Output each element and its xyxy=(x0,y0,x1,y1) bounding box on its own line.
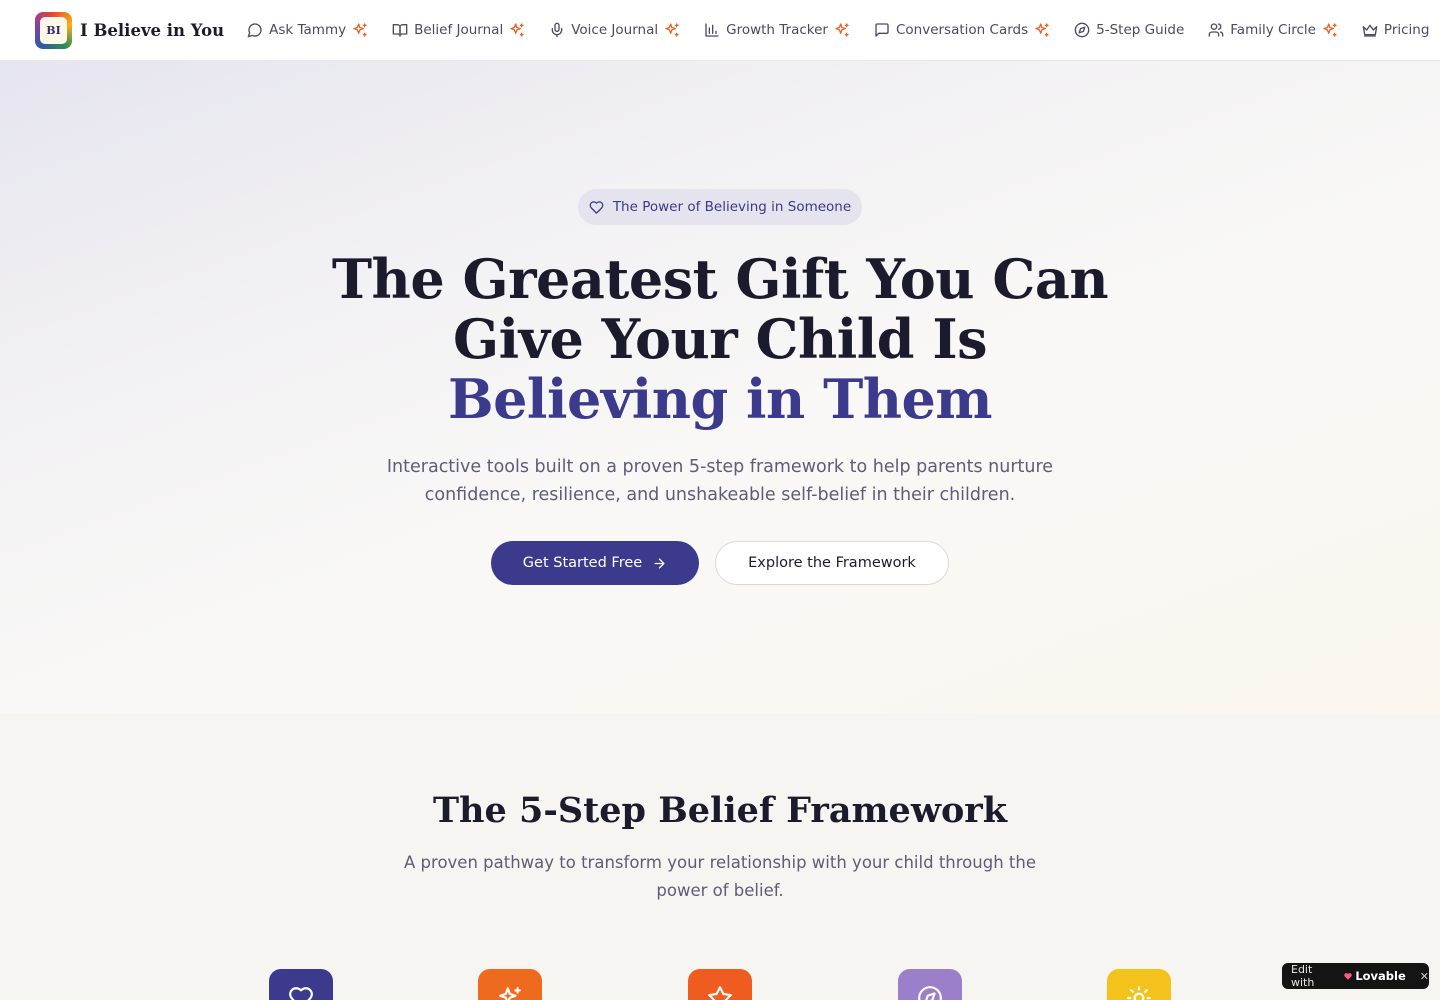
nav-item-label: Conversation Cards xyxy=(895,22,1029,38)
badge-brand: Lovable xyxy=(1355,969,1406,983)
step-2-icon-tile xyxy=(478,969,542,1000)
framework-title: The 5-Step Belief Framework xyxy=(433,790,1007,831)
compass-icon xyxy=(1074,22,1090,38)
crown-icon xyxy=(1362,22,1378,38)
get-started-button[interactable]: Get Started Free xyxy=(491,541,699,585)
explore-framework-button[interactable]: Explore the Framework xyxy=(715,541,949,585)
mic-icon xyxy=(549,22,565,38)
lovable-badge[interactable]: Edit with Lovable ✕ xyxy=(1282,963,1429,989)
sparkles-icon xyxy=(1034,22,1050,38)
sparkles-icon xyxy=(509,22,525,38)
hero-section: The Power of Believing in Someone The Gr… xyxy=(0,61,1440,713)
brand-logo: BI xyxy=(35,11,72,49)
sparkles-icon xyxy=(499,987,521,1000)
bar-chart-icon xyxy=(704,22,720,38)
hero-title-line1: The Greatest Gift You Can xyxy=(331,247,1109,311)
hero-title-accent: Believing in Them xyxy=(447,367,993,431)
nav-item-ask-tammy[interactable]: Ask Tammy xyxy=(247,22,368,38)
explore-framework-label: Explore the Framework xyxy=(748,555,916,571)
brand-logo-text: BI xyxy=(40,16,67,44)
sparkles-icon xyxy=(834,22,850,38)
hero-pill-text: The Power of Believing in Someone xyxy=(612,199,852,215)
badge-close-button[interactable]: ✕ xyxy=(1420,970,1429,983)
nav-item-label: Pricing xyxy=(1383,22,1430,38)
brand-name: I Believe in You xyxy=(80,20,225,40)
badge-prefix: Edit with xyxy=(1291,963,1315,989)
message-circle-icon xyxy=(247,22,263,38)
step-4-icon-tile xyxy=(898,969,962,1000)
nav-item-label: Growth Tracker xyxy=(726,22,828,38)
step-3-icon-tile xyxy=(688,969,752,1000)
step-1-icon-tile xyxy=(269,969,333,1000)
sun-icon xyxy=(1127,986,1151,1000)
nav-item-label: Voice Journal xyxy=(571,22,659,38)
star-icon xyxy=(708,986,732,1000)
compass-icon xyxy=(918,986,942,1000)
book-open-icon xyxy=(392,22,408,38)
nav-item-growth-tracker[interactable]: Growth Tracker xyxy=(704,22,850,38)
users-icon xyxy=(1208,22,1224,38)
get-started-label: Get Started Free xyxy=(522,555,643,571)
nav-item-conversation-cards[interactable]: Conversation Cards xyxy=(874,22,1050,38)
hero-title-line2: Give Your Child Is xyxy=(452,307,988,371)
brand[interactable]: BI I Believe in You xyxy=(35,11,225,49)
message-square-icon xyxy=(874,22,890,38)
top-nav: BI I Believe in You Ask Tammy Belief Jou… xyxy=(0,0,1440,61)
heart-icon xyxy=(589,200,604,214)
nav-item-label: Ask Tammy xyxy=(269,22,347,38)
sparkles-icon xyxy=(664,22,680,38)
arrow-right-icon xyxy=(654,558,665,568)
nav-item-label: Family Circle xyxy=(1230,22,1316,38)
step-5-icon-tile xyxy=(1107,969,1171,1000)
hero-title: The Greatest Gift You Can Give Your Chil… xyxy=(0,249,1440,429)
nav-item-belief-journal[interactable]: Belief Journal xyxy=(392,22,525,38)
framework-subtitle: A proven pathway to transform your relat… xyxy=(404,853,1036,900)
nav-item-family-circle[interactable]: Family Circle xyxy=(1208,22,1338,38)
nav-item-5-step-guide[interactable]: 5-Step Guide xyxy=(1074,22,1184,38)
lovable-heart-icon xyxy=(1343,971,1353,981)
nav-item-pricing[interactable]: Pricing xyxy=(1362,22,1430,38)
nav-item-label: Belief Journal xyxy=(414,22,504,38)
hero-subtitle: Interactive tools built on a proven 5-st… xyxy=(386,457,1054,505)
nav-item-label: 5-Step Guide xyxy=(1096,22,1185,38)
sparkles-icon xyxy=(1322,22,1338,38)
hero-pill: The Power of Believing in Someone xyxy=(578,189,862,225)
sparkles-icon xyxy=(352,22,368,38)
heart-icon xyxy=(289,987,313,1000)
nav-item-voice-journal[interactable]: Voice Journal xyxy=(549,22,680,38)
